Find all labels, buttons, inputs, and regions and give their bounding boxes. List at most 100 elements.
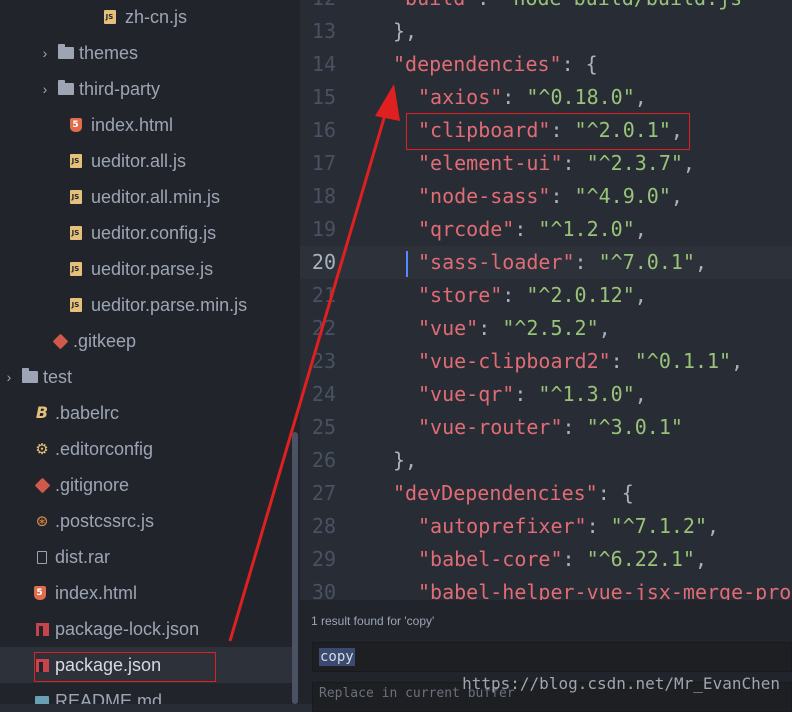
code-line[interactable]: 26}, <box>300 444 792 477</box>
tree-file-item[interactable]: package-lock.json <box>0 611 292 647</box>
json-string-token: "^0.18.0" <box>526 85 635 109</box>
json-key-token: "qrcode" <box>418 217 515 241</box>
tree-item-label: test <box>43 366 73 387</box>
code-line[interactable]: 12 "build": "node build/build.js" <box>300 0 792 15</box>
json-string-token: "^6.22.1" <box>586 547 695 571</box>
code-line[interactable]: 20 "sass-loader": "^7.0.1", <box>300 246 792 279</box>
tree-file-item[interactable]: B .babelrc <box>0 395 292 431</box>
js-file-icon: JS <box>69 189 86 205</box>
tree-folder-item[interactable]: › test <box>0 359 292 395</box>
code-text: "sass-loader": "^7.0.1", <box>418 246 707 279</box>
git-icon <box>52 333 68 349</box>
tree-file-item[interactable]: JS ueditor.all.js <box>0 143 292 179</box>
tree-item-label: .gitignore <box>55 474 130 495</box>
code-line[interactable]: 30 "babel-helper-vue-jsx-merge-pro <box>300 576 792 600</box>
json-key-token: "axios" <box>418 85 503 109</box>
chevron-right-icon[interactable]: › <box>2 369 16 385</box>
code-line[interactable]: 27 "devDependencies": { <box>300 477 792 510</box>
line-number: 12 <box>300 0 336 15</box>
tree-file-item[interactable]: 5 index.html <box>0 107 292 143</box>
json-key-token: "vue" <box>418 316 479 340</box>
code-line[interactable]: 25 "vue-router": "^3.0.1" <box>300 411 792 444</box>
tree-folder-item[interactable]: › third-party <box>0 71 292 107</box>
line-number: 16 <box>311 118 336 142</box>
code-line[interactable]: 21 "store": "^2.0.12", <box>300 279 792 312</box>
tree-file-item[interactable]: JS zh-cn.js <box>0 0 292 35</box>
json-key-token: "vue-qr" <box>418 382 515 406</box>
punctuation-token: , <box>682 151 695 175</box>
line-number: 23 <box>311 349 336 373</box>
code-line[interactable]: 24 "vue-qr": "^1.3.0", <box>300 378 792 411</box>
punctuation-token: : <box>502 85 527 109</box>
tree-file-item[interactable]: .gitkeep <box>0 323 292 359</box>
tree-file-item[interactable]: JS ueditor.parse.min.js <box>0 287 292 323</box>
tree-item-label: dist.rar <box>55 546 111 567</box>
code-line[interactable]: 22 "vue": "^2.5.2", <box>300 312 792 345</box>
highlight-box-clipboard <box>406 113 690 150</box>
code-text: "qrcode": "^1.2.0", <box>418 213 647 246</box>
tree-view-scrollbar[interactable] <box>292 432 298 704</box>
json-string-token: "^2.5.2" <box>502 316 599 340</box>
chevron-right-icon[interactable]: › <box>38 45 52 61</box>
code-line[interactable]: 13}, <box>300 15 792 48</box>
tree-file-item[interactable]: dist.rar <box>0 539 292 575</box>
line-number: 21 <box>311 283 336 307</box>
code-line[interactable]: 14 "dependencies": { <box>300 48 792 81</box>
tree-view: JS zh-cn.js › themes › third-party 5 index.html… <box>0 0 300 704</box>
punctuation-token: , <box>694 250 708 274</box>
archive-file-icon <box>34 549 50 565</box>
punctuation-token: : <box>562 415 587 439</box>
json-key-token: "sass-loader" <box>418 250 575 274</box>
code-line[interactable]: 15 "axios": "^0.18.0", <box>300 81 792 114</box>
code-line[interactable]: 19 "qrcode": "^1.2.0", <box>300 213 792 246</box>
punctuation-token: : { <box>597 481 634 505</box>
tree-item-label: .editorconfig <box>55 438 154 459</box>
tree-file-item[interactable]: JS ueditor.all.min.js <box>0 179 292 215</box>
js-file-icon: JS <box>69 261 86 277</box>
line-number: 27 <box>311 481 336 505</box>
tree-file-item[interactable]: ⚙ .editorconfig <box>0 431 292 467</box>
js-file-icon: JS <box>69 225 86 241</box>
chevron-right-icon[interactable]: › <box>38 81 52 97</box>
line-number: 28 <box>311 514 336 538</box>
tree-file-item[interactable]: 5 index.html <box>0 575 292 611</box>
code-line[interactable]: 18 "node-sass": "^4.9.0", <box>300 180 792 213</box>
punctuation-token: : <box>502 283 527 307</box>
code-line[interactable]: 17 "element-ui": "^2.3.7", <box>300 147 792 180</box>
json-key-token: "vue-clipboard2" <box>418 349 611 373</box>
tree-item-label: index.html <box>55 582 138 603</box>
punctuation-token: : <box>514 217 539 241</box>
line-number: 26 <box>311 448 336 472</box>
tree-file-item[interactable]: .gitignore <box>0 467 292 503</box>
code-line[interactable]: 29 "babel-core": "^6.22.1", <box>300 543 792 576</box>
punctuation-token: : <box>550 184 575 208</box>
tree-file-item[interactable]: JS ueditor.config.js <box>0 215 292 251</box>
code-line[interactable]: 23 "vue-clipboard2": "^0.1.1", <box>300 345 792 378</box>
json-string-token: "^1.3.0" <box>538 382 635 406</box>
code-text: "dependencies": { <box>393 48 598 81</box>
tree-file-item[interactable]: ⊛ .postcssrc.js <box>0 503 292 539</box>
punctuation-token: }, <box>393 448 418 472</box>
npm-icon <box>34 621 50 637</box>
punctuation-token: : <box>574 250 599 274</box>
code-editor[interactable]: 12"build": "node build/build.js"13},14"d… <box>300 0 792 600</box>
line-number: 22 <box>311 316 336 340</box>
folder-icon <box>22 368 38 385</box>
json-key-token: "element-ui" <box>418 151 563 175</box>
tree-file-item[interactable]: README.md <box>0 683 292 704</box>
code-text: "babel-core": "^6.22.1", <box>418 543 707 576</box>
html-file-icon: 5 <box>69 117 86 133</box>
json-string-token: "^0.1.1" <box>634 349 732 373</box>
json-string-token: "node build/build.js" <box>501 0 754 10</box>
text-cursor <box>406 251 408 277</box>
punctuation-token: : <box>477 0 501 10</box>
code-line[interactable]: 28 "autoprefixer": "^7.1.2", <box>300 510 792 543</box>
json-key-token: "babel-helper-vue-jsx-merge-pro <box>418 580 792 600</box>
tree-file-item[interactable]: JS ueditor.parse.js <box>0 251 292 287</box>
tree-item-label: README.md <box>55 690 163 705</box>
json-key-token: "vue-router" <box>418 415 563 439</box>
tree-item-label: third-party <box>79 78 161 99</box>
find-input[interactable]: copy <box>312 642 792 672</box>
punctuation-token: }, <box>393 19 418 43</box>
tree-folder-item[interactable]: › themes <box>0 35 292 71</box>
